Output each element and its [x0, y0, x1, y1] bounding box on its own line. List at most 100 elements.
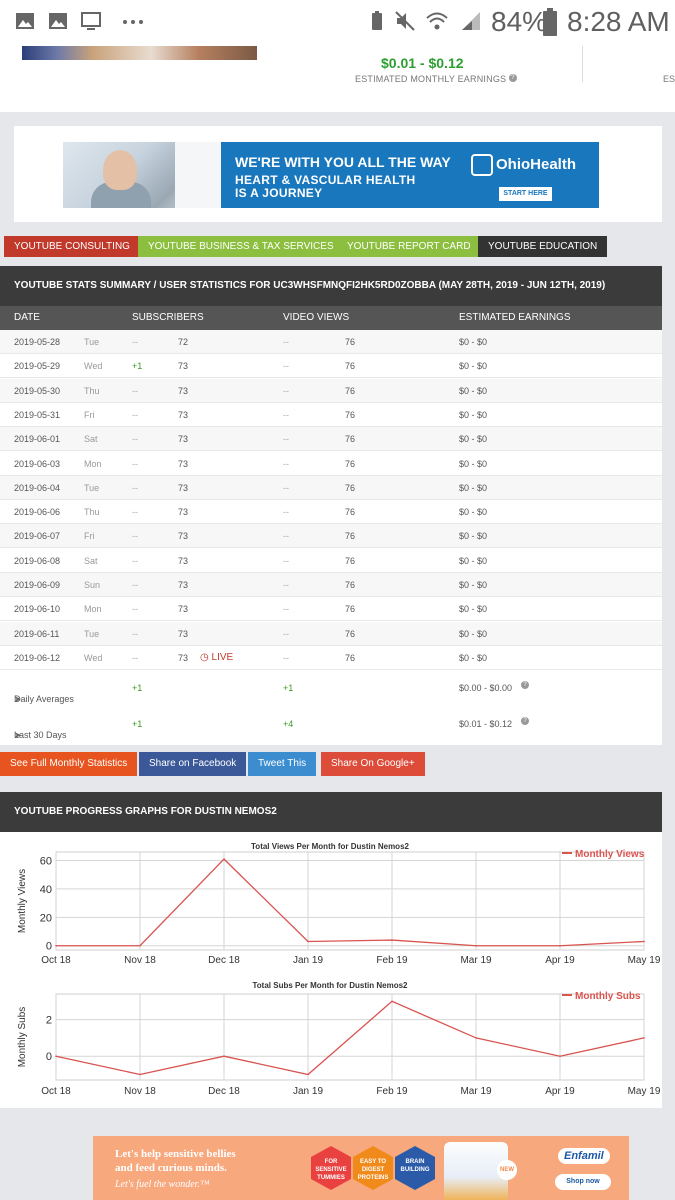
table-row: 2019-06-01 Sat -- 73 -- 76 $0 - $0 [0, 427, 662, 451]
row-sub-change: -- [132, 337, 138, 347]
col-date: DATE [14, 312, 40, 323]
row-date: 2019-06-07 [14, 531, 61, 541]
x-tick-label: Jan 19 [293, 955, 323, 966]
x-tick-label: Mar 19 [460, 955, 492, 966]
y-tick-label: 20 [40, 912, 52, 924]
youtube-consulting-button[interactable]: YOUTUBE CONSULTING [4, 236, 140, 257]
row-views: 76 [345, 459, 356, 469]
data-point [475, 944, 477, 947]
row-view-change: -- [283, 604, 289, 614]
row-subscribers: 73 [178, 604, 189, 614]
ad-start-here-button[interactable]: START HERE [499, 187, 552, 201]
last-30-days-earnings: $0.01 - $0.12 [459, 719, 513, 729]
table-row: 2019-06-12 Wed -- 73 -- 76 $0 - $0 ◷ LIVE [0, 646, 662, 670]
row-view-change: -- [283, 507, 289, 517]
data-point [55, 944, 57, 947]
live-label: LIVE [211, 652, 234, 663]
table-row: 2019-05-29 Wed +1 73 -- 76 $0 - $0 [0, 354, 662, 378]
row-views: 76 [345, 410, 356, 420]
row-earnings: $0 - $0 [459, 653, 488, 663]
tweet-button[interactable]: Tweet This [248, 752, 317, 776]
row-earnings: $0 - $0 [459, 604, 488, 614]
share-icon[interactable]: ➤ [14, 694, 22, 705]
share-icon[interactable]: ➤ [14, 730, 22, 741]
row-subscribers: 73 [178, 653, 189, 663]
row-day: Tue [84, 629, 100, 639]
see-full-monthly-stats-button[interactable]: See Full Monthly Statistics [0, 752, 138, 776]
ohiohealth-ad-banner[interactable]: WE'RE WITH YOU ALL THE WAY HEART & VASCU… [63, 142, 599, 208]
share-google-plus-button[interactable]: Share On Google+ [321, 752, 425, 776]
table-row: 2019-06-07 Fri -- 73 -- 76 $0 - $0 [0, 524, 662, 548]
row-subscribers: 73 [178, 410, 189, 420]
x-tick-label: Feb 19 [376, 1086, 408, 1097]
sensitive-tummies-badge: FOR SENSITIVE TUMMIES [311, 1146, 351, 1190]
row-views: 76 [345, 507, 356, 517]
row-sub-change: +1 [132, 361, 143, 371]
signal-icon [462, 12, 480, 30]
row-view-change: -- [283, 361, 289, 371]
row-view-change: -- [283, 629, 289, 639]
share-facebook-button[interactable]: Share on Facebook [139, 752, 247, 776]
row-earnings: $0 - $0 [459, 531, 488, 541]
estimated-earnings-label: ESTIMATED MONTHLY EARNINGS ? [355, 74, 517, 84]
youtube-education-button[interactable]: YOUTUBE EDUCATION [478, 236, 608, 257]
data-point [55, 1055, 57, 1058]
row-date: 2019-05-29 [14, 361, 61, 371]
col-estimated-earnings: ESTIMATED EARNINGS [459, 312, 571, 323]
help-icon[interactable]: ? [508, 74, 517, 82]
y-tick-label: 40 [40, 884, 52, 896]
data-point [391, 939, 393, 941]
divider [582, 46, 583, 82]
x-tick-label: May 19 [628, 1086, 661, 1097]
row-sub-change: -- [132, 459, 138, 469]
data-point [139, 944, 141, 947]
row-subscribers: 73 [178, 507, 189, 517]
help-icon[interactable]: ? [521, 681, 529, 689]
row-sub-change: -- [132, 410, 138, 420]
data-point [307, 1073, 309, 1076]
row-day: Sat [84, 434, 98, 444]
row-date: 2019-06-09 [14, 580, 61, 590]
x-tick-label: Oct 18 [41, 1086, 71, 1097]
row-day: Mon [84, 604, 102, 614]
help-icon[interactable]: ? [521, 717, 529, 725]
row-day: Thu [84, 386, 100, 396]
row-earnings: $0 - $0 [459, 337, 488, 347]
row-subscribers: 73 [178, 556, 189, 566]
legend-label: Monthly Views [575, 849, 645, 860]
youtube-business-tax-button[interactable]: YOUTUBE BUSINESS & TAX SERVICES [138, 236, 344, 257]
ohiohealth-logo-icon [471, 154, 493, 176]
chart-title: Total Subs Per Month for Dustin Nemos2 [253, 981, 409, 990]
row-earnings: $0 - $0 [459, 410, 488, 420]
row-subscribers: 73 [178, 361, 189, 371]
table-row: 2019-06-09 Sun -- 73 -- 76 $0 - $0 [0, 573, 662, 597]
row-views: 76 [345, 531, 356, 541]
progress-charts: Oct 18 Nov 18 Dec 18 Jan 19 Feb 19 Mar 19 Apr … [17, 842, 661, 1097]
row-views: 76 [345, 653, 356, 663]
shop-now-button[interactable]: Shop now [555, 1174, 611, 1190]
daily-averages-earnings: $0.00 - $0.00 [459, 683, 513, 693]
x-tick-label: May 19 [628, 955, 661, 966]
row-earnings: $0 - $0 [459, 434, 488, 444]
enfamil-ad-banner[interactable]: Let's help sensitive bellies and feed cu… [93, 1136, 629, 1200]
x-tick-label: Apr 19 [545, 1086, 575, 1097]
data-point [139, 1073, 141, 1076]
row-day: Tue [84, 337, 100, 347]
ad-photo-doctor [175, 142, 221, 208]
row-day: Fri [84, 410, 95, 420]
stats-table-header: DATE SUBSCRIBERS VIDEO VIEWS ESTIMATED E… [0, 306, 662, 330]
row-date: 2019-06-11 [14, 629, 60, 639]
stats-summary-title: YOUTUBE STATS SUMMARY / USER STATISTICS … [0, 266, 662, 306]
table-row: 2019-05-31 Fri -- 73 -- 76 $0 - $0 [0, 403, 662, 427]
row-views: 76 [345, 337, 356, 347]
more-icon [123, 20, 143, 24]
row-subscribers: 73 [178, 434, 189, 444]
youtube-report-card-button[interactable]: YOUTUBE REPORT CARD [337, 236, 481, 257]
table-row: 2019-05-30 Thu -- 73 -- 76 $0 - $0 [0, 379, 662, 403]
chart-plot-area [55, 851, 645, 951]
row-views: 76 [345, 580, 356, 590]
row-date: 2019-05-28 [14, 337, 61, 347]
ad-photo-face [103, 150, 137, 190]
live-indicator: ◷ LIVE [200, 652, 233, 663]
row-sub-change: -- [132, 580, 138, 590]
